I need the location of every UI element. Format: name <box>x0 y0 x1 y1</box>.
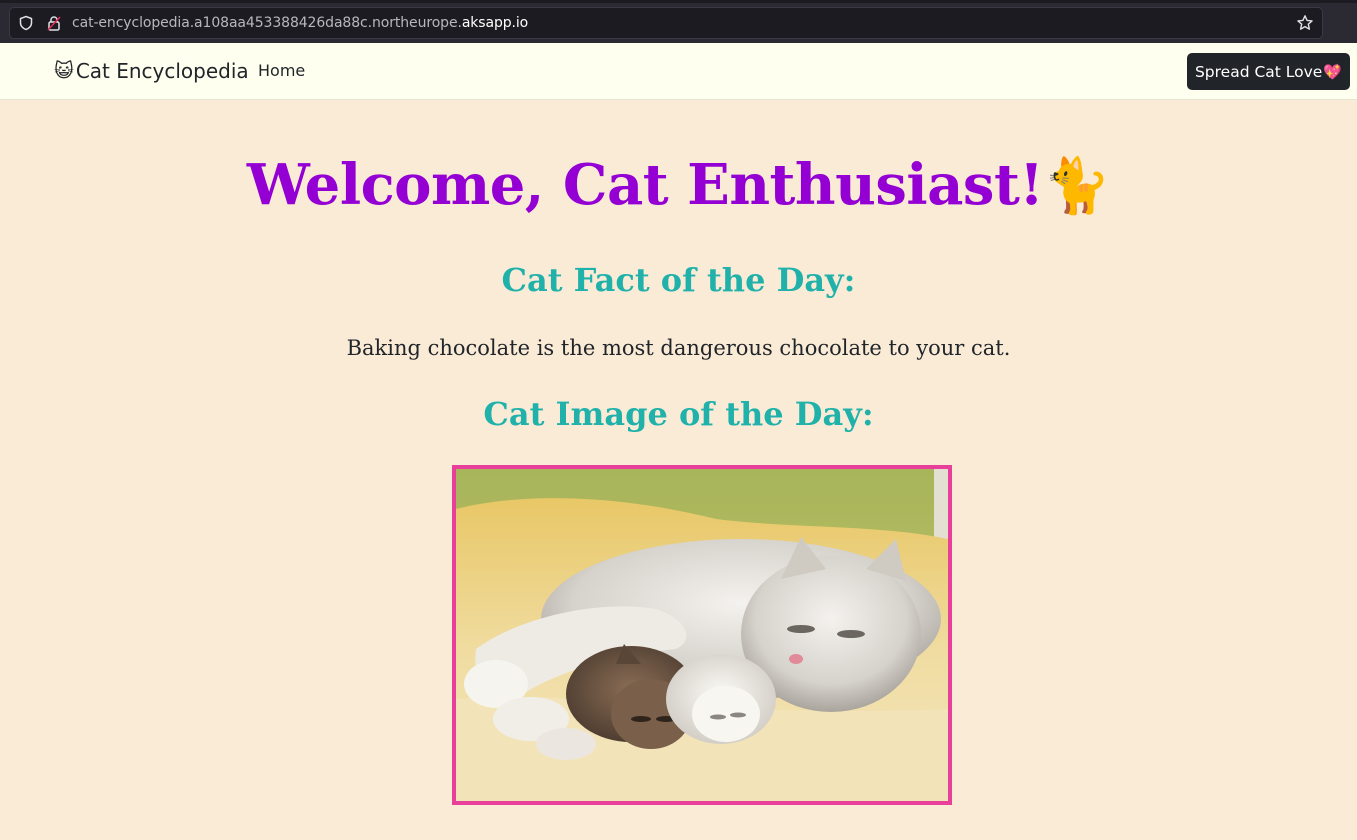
nav-home-link[interactable]: Home <box>258 61 305 80</box>
cat-image-of-the-day <box>452 465 952 805</box>
tracking-shield-icon[interactable] <box>18 15 34 31</box>
address-bar[interactable]: cat-encyclopedia.a108aa453388426da88c.no… <box>9 7 1323 39</box>
bookmark-star-icon[interactable] <box>1296 14 1314 32</box>
brand-label: Cat Encyclopedia <box>75 59 249 83</box>
browser-toolbar: cat-encyclopedia.a108aa453388426da88c.no… <box>0 0 1357 43</box>
cat-icon: 🐈 <box>1043 153 1111 217</box>
cat-fact-heading: Cat Fact of the Day: <box>501 261 856 299</box>
welcome-title-text: Welcome, Cat Enthusiast! <box>246 152 1044 218</box>
sleeping-cats-photo-icon <box>456 469 948 801</box>
url-prefix: cat-encyclopedia.a108aa453388426da88c.no… <box>72 15 462 31</box>
cat-image-heading: Cat Image of the Day: <box>483 395 874 433</box>
spread-cat-love-button[interactable]: Spread Cat Love 💖 <box>1187 53 1350 90</box>
spread-cat-love-label: Spread Cat Love <box>1194 62 1323 81</box>
url-text[interactable]: cat-encyclopedia.a108aa453388426da88c.no… <box>72 8 528 38</box>
site-navbar: 😺 Cat Encyclopedia Home Spread Cat Love 💖 <box>0 43 1357 100</box>
welcome-title: Welcome, Cat Enthusiast!🐈 <box>0 147 1357 223</box>
sparkling-heart-icon: 💖 <box>1323 62 1343 81</box>
smiling-cat-icon: 😺 <box>54 60 74 82</box>
url-domain: aksapp.io <box>461 15 529 31</box>
insecure-lock-icon[interactable] <box>46 15 62 32</box>
brand-link[interactable]: 😺 Cat Encyclopedia <box>54 57 249 85</box>
cat-fact-text: Baking chocolate is the most dangerous c… <box>346 336 1011 360</box>
